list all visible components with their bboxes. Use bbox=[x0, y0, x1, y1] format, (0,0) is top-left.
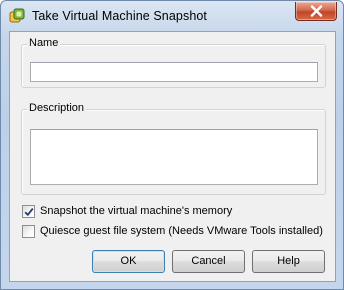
snapshot-dialog: Take Virtual Machine Snapshot Name Descr… bbox=[0, 0, 344, 290]
checkmark-icon bbox=[24, 208, 34, 217]
vm-snapshot-icon bbox=[9, 8, 25, 24]
description-field[interactable] bbox=[30, 129, 318, 185]
name-group: Name bbox=[21, 37, 326, 88]
dialog-body: Name Description Snapshot the virtual ma… bbox=[9, 31, 336, 282]
help-button[interactable]: Help bbox=[252, 250, 325, 273]
description-group-label: Description bbox=[27, 102, 87, 114]
memory-checkbox[interactable] bbox=[22, 205, 35, 218]
name-group-label: Name bbox=[27, 37, 61, 49]
memory-checkbox-label[interactable]: Snapshot the virtual machine's memory bbox=[40, 205, 232, 217]
name-field[interactable] bbox=[30, 62, 318, 82]
close-button[interactable] bbox=[295, 2, 337, 21]
window-title: Take Virtual Machine Snapshot bbox=[32, 9, 207, 23]
ok-button[interactable]: OK bbox=[92, 250, 165, 273]
close-icon bbox=[310, 5, 323, 17]
cancel-button[interactable]: Cancel bbox=[172, 250, 245, 273]
description-group: Description bbox=[21, 102, 326, 195]
quiesce-checkbox-label[interactable]: Quiesce guest file system (Needs VMware … bbox=[40, 225, 323, 237]
title-bar[interactable]: Take Virtual Machine Snapshot bbox=[1, 1, 343, 31]
quiesce-checkbox[interactable] bbox=[22, 225, 35, 238]
